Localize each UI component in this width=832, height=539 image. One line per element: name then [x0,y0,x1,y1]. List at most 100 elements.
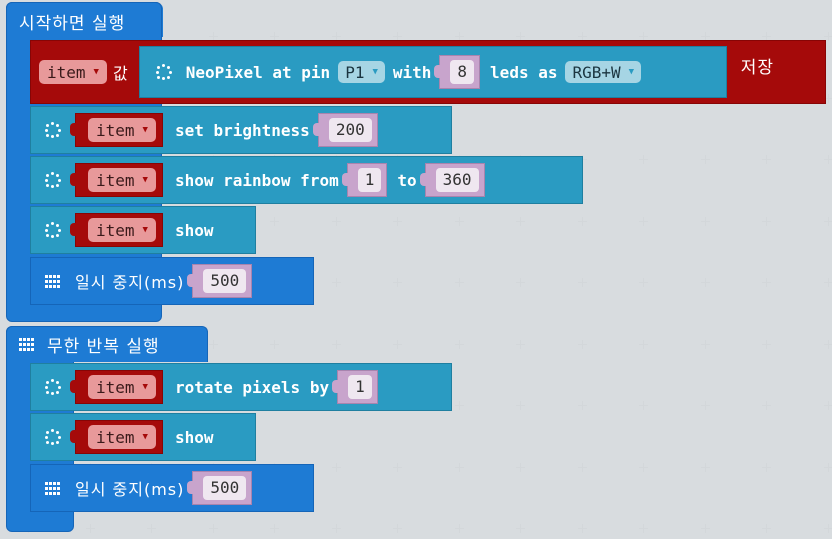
grid-cross [393,216,402,226]
set-item-block[interactable]: item ▼ 값 NeoPixel at pin P1 ▼ with 8 leds … [30,40,826,104]
grid-cross [700,216,710,226]
dropdown-arrow-icon: ▼ [142,382,148,392]
led-count-value[interactable]: 8 [450,60,475,84]
item-variable[interactable]: item ▼ [70,370,163,404]
item-variable[interactable]: item ▼ [70,113,163,147]
grid-cross [454,462,464,472]
grid-cross [331,524,341,533]
grid-cross [454,278,464,287]
neopixel-icon [45,429,61,445]
grid-cross [331,278,341,287]
grid-cross [700,278,710,287]
value-label: 값 [112,64,129,83]
variable-name: item [96,170,135,190]
statement-label: rotate pixels by [174,377,330,397]
pin-value: P1 [345,62,365,82]
grid-cross [577,524,587,533]
grid-cross [700,339,710,349]
grid-cross [639,278,648,287]
grid-cross [331,216,341,226]
grid-cross [270,524,279,533]
set-brightness-block[interactable]: item ▼ set brightness 200 [30,106,452,154]
rainbow-from-input[interactable]: 1 [341,163,388,197]
grid-cross [331,462,341,472]
dropdown-arrow-icon: ▼ [142,175,148,185]
grid-cross [762,155,771,164]
dropdown-arrow-icon: ▼ [142,432,148,442]
grid-cross [700,401,710,410]
leds-as-label: leds as [490,62,558,82]
pause-ms-value[interactable]: 500 [203,476,247,500]
grid-cross [762,524,771,533]
forever-top-bar: 무한 반복 실행 [6,326,208,362]
grid-cross [577,339,587,349]
pause-label: 일시 중지(ms) [75,273,185,292]
grid-cross [639,401,648,410]
grid-cross [270,216,279,226]
grid-cross [577,401,587,410]
variable-name: item [96,427,135,447]
rotate-offset-value[interactable]: 1 [348,375,372,399]
mode-dropdown[interactable]: RGB+W ▼ [565,61,642,83]
grid-cross [577,278,587,287]
grid-cross [823,155,832,164]
grid-cross [454,339,464,349]
rainbow-to-input[interactable]: 360 [419,163,485,197]
statement-label: show [174,220,214,240]
neopixel-icon [45,222,61,238]
pin-dropdown[interactable]: P1 ▼ [338,61,385,83]
grid-cross [516,462,525,472]
grid-cross [762,462,771,472]
grid-cross [700,155,710,164]
rainbow-to-value[interactable]: 360 [435,168,479,192]
variable-dropdown[interactable]: item ▼ [88,375,156,399]
led-count-input[interactable]: 8 [434,55,481,89]
grid-cross [454,524,464,533]
statement-label: show rainbow from [174,170,339,190]
grid-cross [393,524,402,533]
brightness-value[interactable]: 200 [328,118,372,142]
on-start-top-bar: 시작하면 실행 [6,2,162,42]
rotate-offset-input[interactable]: 1 [332,370,378,404]
grid-cross [823,278,832,287]
pause-label: 일시 중지(ms) [75,480,185,499]
grid-cross [393,339,402,349]
neopixel-create-block[interactable]: NeoPixel at pin P1 ▼ with 8 leds as RGB+W… [138,46,727,98]
pause-ms-input[interactable]: 500 [187,471,253,505]
grid-cross [516,278,525,287]
grid-cross [147,524,156,533]
with-label: with [392,62,432,82]
forever-title: 무한 반복 실행 [47,337,160,357]
show-block[interactable]: item ▼ show [30,206,256,254]
mode-value: RGB+W [572,62,621,82]
pause-ms-value[interactable]: 500 [203,269,247,293]
grid-cross [639,339,648,349]
pause-block[interactable]: 일시 중지(ms) 500 [30,464,314,512]
grid-cross [516,401,525,410]
show-rainbow-block[interactable]: item ▼ show rainbow from 1 to 360 [30,156,583,204]
item-variable[interactable]: item ▼ [70,163,163,197]
variable-dropdown[interactable]: item ▼ [88,118,156,142]
brightness-input[interactable]: 200 [312,113,378,147]
neopixel-at-pin-label: NeoPixel at pin [185,62,331,82]
variable-dropdown[interactable]: item ▼ [88,218,156,242]
dropdown-arrow-icon: ▼ [628,67,635,77]
pause-ms-input[interactable]: 500 [187,264,253,298]
grid-cross [823,339,832,349]
pause-block[interactable]: 일시 중지(ms) 500 [30,257,314,305]
variable-dropdown[interactable]: item ▼ [39,60,107,84]
item-variable[interactable]: item ▼ [70,213,163,247]
statement-label: show [174,427,214,447]
show-block[interactable]: item ▼ show [30,413,256,461]
rainbow-from-value[interactable]: 1 [357,168,382,192]
grid-cross [516,339,525,349]
rotate-pixels-block[interactable]: item ▼ rotate pixels by 1 [30,363,452,411]
variable-dropdown[interactable]: item ▼ [88,425,156,449]
statement-label: set brightness [174,120,310,140]
grid-icon [45,481,61,495]
grid-cross [762,278,771,287]
grid-cross [823,462,832,472]
item-variable[interactable]: item ▼ [70,420,163,454]
variable-dropdown[interactable]: item ▼ [88,168,156,192]
grid-cross [639,524,648,533]
